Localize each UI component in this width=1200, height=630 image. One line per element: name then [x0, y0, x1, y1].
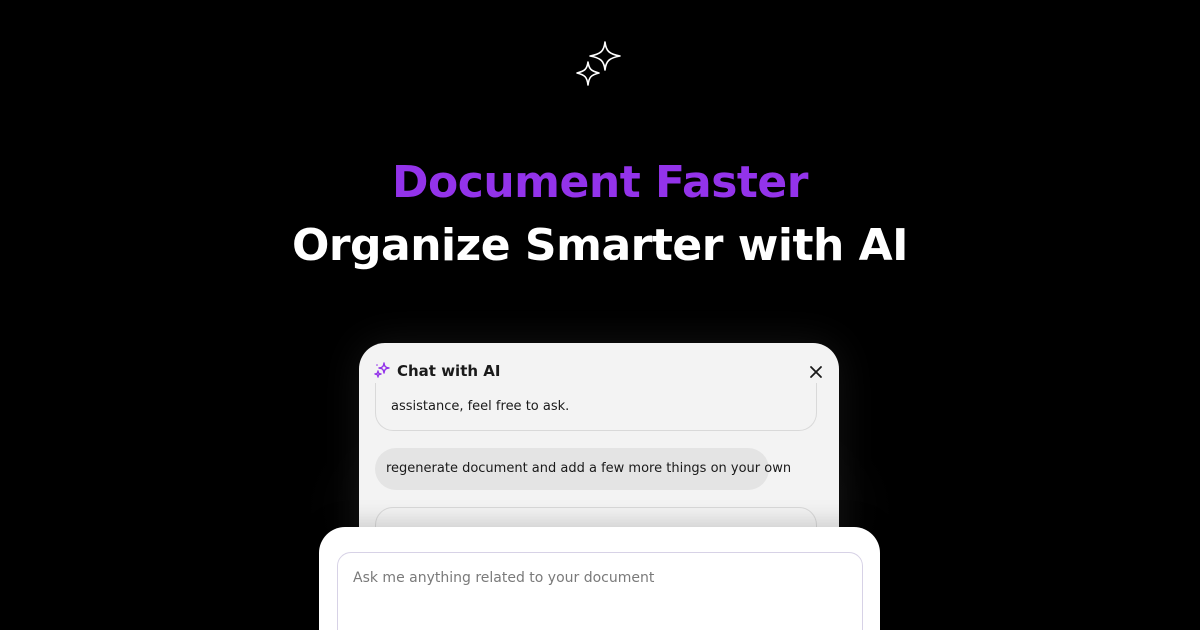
chat-title: Chat with AI [397, 362, 501, 380]
chat-input[interactable]: Ask me anything related to your document [337, 552, 863, 630]
headline-accent: Document Faster [392, 157, 808, 208]
sparkles-icon [374, 362, 390, 378]
headline-main: Organize Smarter with AI [291, 220, 909, 271]
composer-card: Ask me anything related to your document [319, 527, 880, 630]
user-message: regenerate document and add a few more t… [375, 448, 791, 490]
sparkles-icon [576, 41, 621, 86]
assistant-message: assistance, feel free to ask. [375, 383, 817, 431]
close-icon[interactable] [805, 361, 827, 383]
user-message-text: regenerate document and add a few more t… [386, 461, 792, 476]
assistant-message-text: assistance, feel free to ask. [391, 399, 570, 414]
chat-input-placeholder: Ask me anything related to your document [353, 570, 655, 586]
